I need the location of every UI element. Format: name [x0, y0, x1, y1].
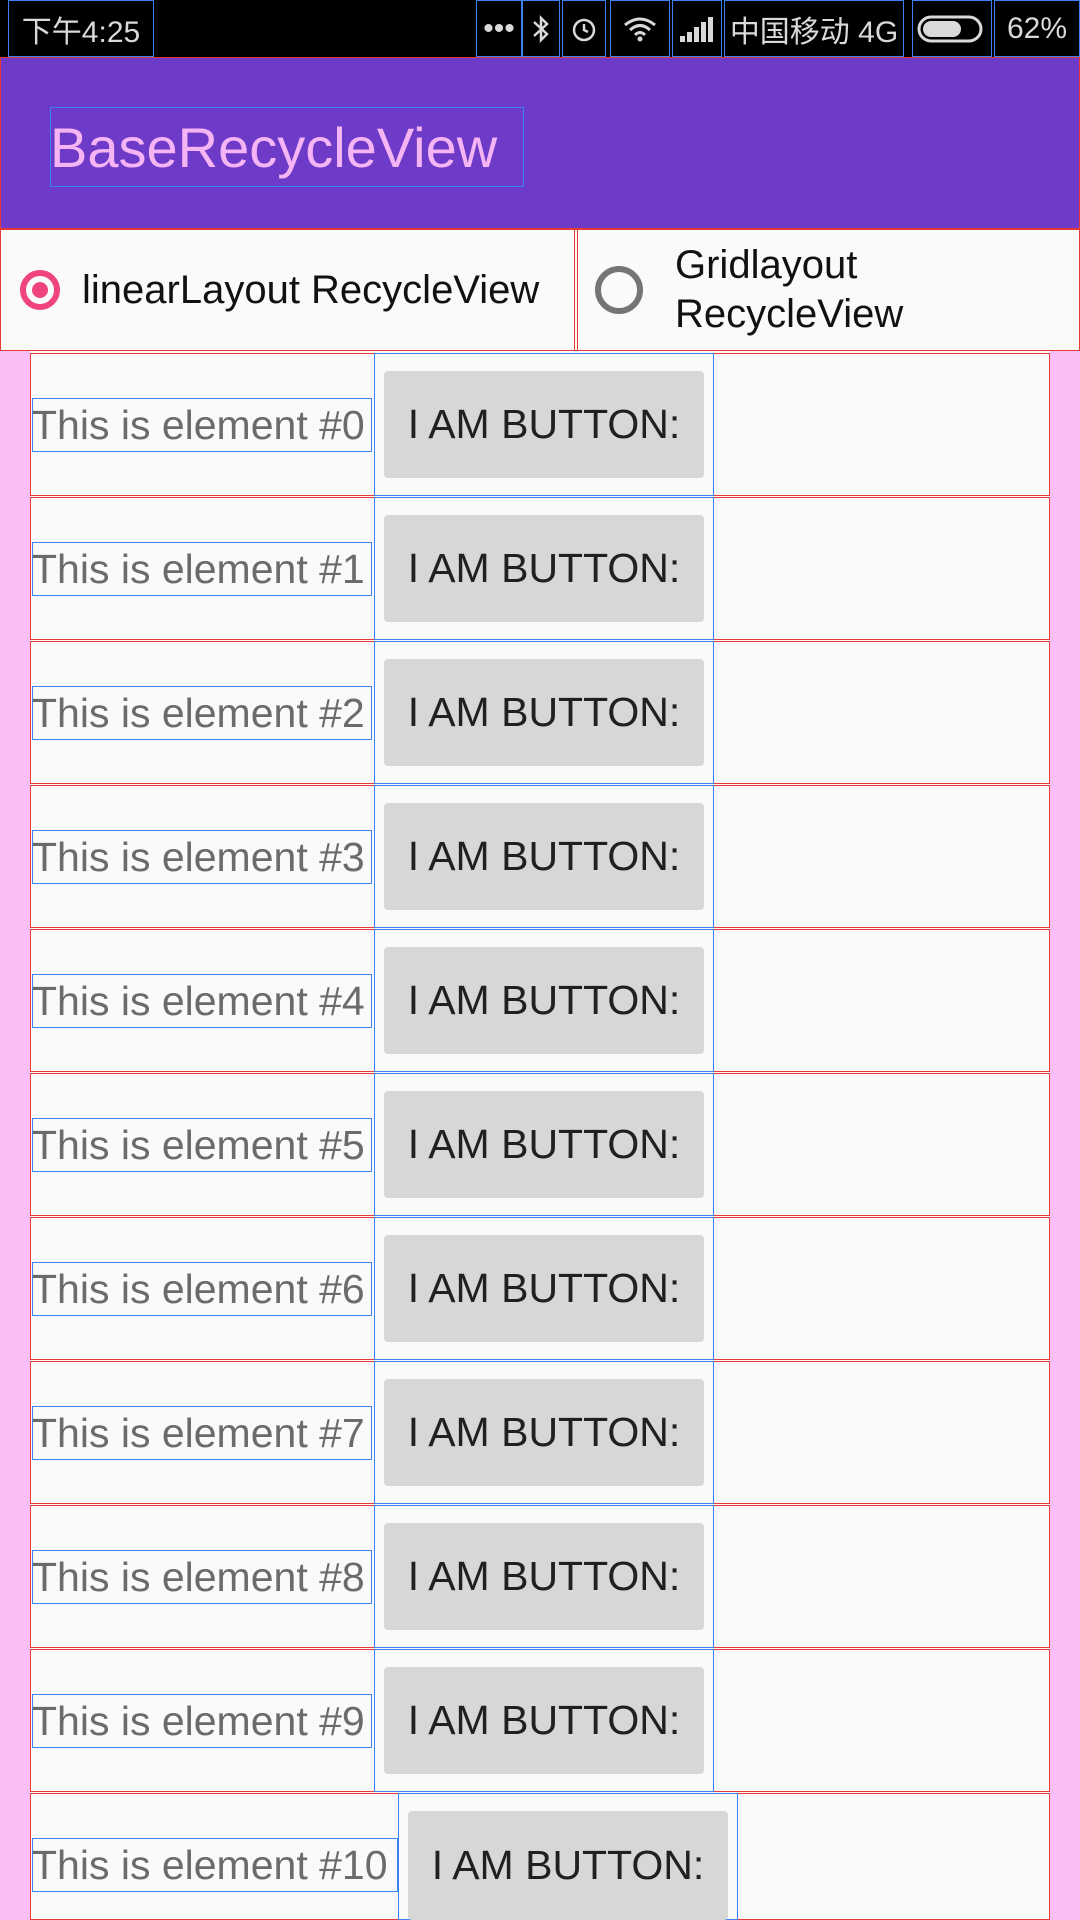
list-item: This is element #6 I AM BUTTON: [30, 1217, 1050, 1360]
battery-percent: 62% [994, 0, 1080, 57]
list-item: This is element #3 I AM BUTTON: [30, 785, 1050, 928]
list-item: This is element #4 I AM BUTTON: [30, 929, 1050, 1072]
item-button[interactable]: I AM BUTTON: [384, 1667, 704, 1774]
item-label: This is element #8 [32, 1550, 372, 1604]
item-button[interactable]: I AM BUTTON: [408, 1811, 728, 1920]
status-bar: 下午4:25 ••• 中国移动 4G 62% [0, 0, 1080, 57]
status-time: 下午4:25 [8, 0, 154, 57]
wifi-icon [610, 0, 670, 57]
item-label: This is element #1 [32, 542, 372, 596]
item-button-container: I AM BUTTON: [374, 1073, 714, 1216]
item-button[interactable]: I AM BUTTON: [384, 1379, 704, 1486]
recycler-view[interactable]: This is element #0 I AM BUTTON: This is … [0, 351, 1080, 1920]
item-label: This is element #10 [32, 1838, 398, 1892]
list-item: This is element #10 I AM BUTTON: [30, 1793, 1050, 1920]
item-button-container: I AM BUTTON: [374, 1217, 714, 1360]
list-item: This is element #7 I AM BUTTON: [30, 1361, 1050, 1504]
radio-linear-layout[interactable]: linearLayout RecycleView [0, 229, 575, 351]
item-label: This is element #6 [32, 1262, 372, 1316]
item-label: This is element #0 [32, 398, 372, 452]
item-button[interactable]: I AM BUTTON: [384, 1091, 704, 1198]
item-button[interactable]: I AM BUTTON: [384, 947, 704, 1054]
item-button-container: I AM BUTTON: [374, 1649, 714, 1792]
battery-icon [912, 0, 992, 57]
layout-radio-group: linearLayout RecycleView Gridlayout Recy… [0, 229, 1080, 351]
item-button[interactable]: I AM BUTTON: [384, 659, 704, 766]
app-title: BaseRecycleView [50, 107, 524, 187]
list-padding-left [0, 351, 30, 1920]
item-button[interactable]: I AM BUTTON: [384, 803, 704, 910]
item-button[interactable]: I AM BUTTON: [384, 515, 704, 622]
radio-grid-label-line2: RecycleView [675, 292, 904, 336]
radio-linear-label: linearLayout RecycleView [82, 267, 540, 312]
item-button-container: I AM BUTTON: [374, 1505, 714, 1648]
item-label: This is element #3 [32, 830, 372, 884]
alarm-icon [562, 0, 606, 57]
item-button-container: I AM BUTTON: [374, 929, 714, 1072]
list-item: This is element #0 I AM BUTTON: [30, 353, 1050, 496]
list-item: This is element #2 I AM BUTTON: [30, 641, 1050, 784]
item-button-container: I AM BUTTON: [374, 497, 714, 640]
item-label: This is element #5 [32, 1118, 372, 1172]
list-item: This is element #1 I AM BUTTON: [30, 497, 1050, 640]
item-button-container: I AM BUTTON: [374, 353, 714, 496]
radio-unchecked-icon[interactable] [595, 266, 643, 314]
list-item: This is element #5 I AM BUTTON: [30, 1073, 1050, 1216]
item-label: This is element #2 [32, 686, 372, 740]
item-button-container: I AM BUTTON: [374, 1361, 714, 1504]
item-label: This is element #7 [32, 1406, 372, 1460]
more-notifications-icon: ••• [476, 0, 522, 57]
item-button-container: I AM BUTTON: [374, 641, 714, 784]
item-button-container: I AM BUTTON: [398, 1793, 738, 1920]
item-button-container: I AM BUTTON: [374, 785, 714, 928]
radio-grid-label-line1: Gridlayout [675, 243, 858, 287]
item-label: This is element #9 [32, 1694, 372, 1748]
list-item: This is element #8 I AM BUTTON: [30, 1505, 1050, 1648]
list-item: This is element #9 I AM BUTTON: [30, 1649, 1050, 1792]
radio-grid-layout[interactable]: Gridlayout RecycleView [577, 229, 1080, 351]
item-button[interactable]: I AM BUTTON: [384, 371, 704, 478]
carrier-label: 中国移动 4G [724, 0, 904, 57]
signal-icon [672, 0, 722, 57]
item-button[interactable]: I AM BUTTON: [384, 1235, 704, 1342]
radio-grid-label: Gridlayout RecycleView [675, 241, 903, 339]
app-bar: BaseRecycleView [0, 57, 1080, 229]
item-button[interactable]: I AM BUTTON: [384, 1523, 704, 1630]
item-label: This is element #4 [32, 974, 372, 1028]
radio-checked-icon[interactable] [20, 270, 60, 310]
list-padding-right [1050, 351, 1080, 1920]
bluetooth-icon [522, 0, 560, 57]
